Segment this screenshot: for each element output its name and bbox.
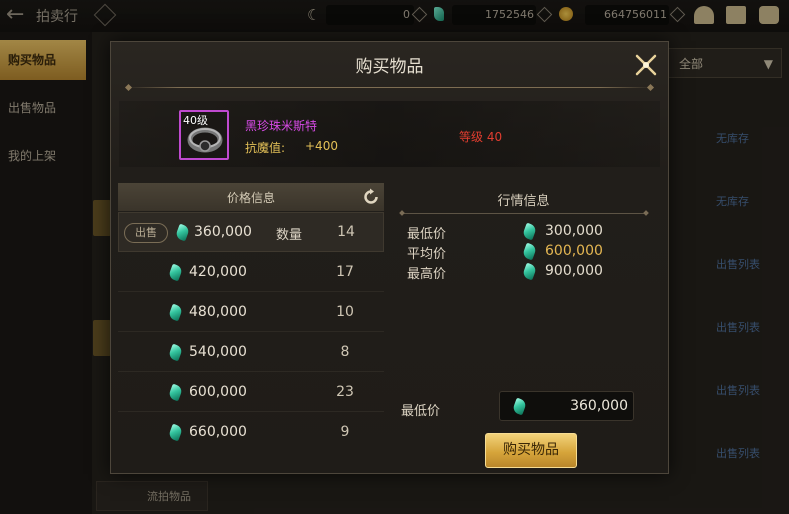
item-level-requirement: 等级 40 <box>459 130 503 144</box>
title-divider <box>126 87 653 88</box>
quantity-label: 数量 <box>276 228 303 243</box>
market-divider <box>400 213 648 214</box>
lowest-price-value: 360,000 <box>570 398 628 414</box>
price-value: 660,000 <box>189 424 247 440</box>
price-row[interactable]: 660,000 9 <box>118 412 384 452</box>
quantity-value: 8 <box>340 344 350 360</box>
gem-icon <box>167 303 184 322</box>
item-icon: 40级 <box>179 110 229 160</box>
dialog-title: 购买物品 <box>355 57 424 77</box>
price-info-title: 价格信息 <box>226 191 275 205</box>
gem-icon <box>521 222 538 241</box>
item-name: 黑珍珠米斯特 <box>245 119 318 133</box>
gem-icon <box>521 262 538 281</box>
avg-price-label: 平均价 <box>407 247 447 262</box>
quantity-value: 17 <box>336 264 354 280</box>
gem-icon <box>167 343 184 362</box>
quantity-value: 9 <box>340 424 350 440</box>
avg-price-value: 600,000 <box>545 243 603 259</box>
sell-tag: 出售 <box>124 223 168 243</box>
quantity-value: 14 <box>337 224 355 240</box>
gem-icon <box>511 397 528 416</box>
lowest-price-field: 360,000 <box>499 391 634 421</box>
price-value: 600,000 <box>189 384 247 400</box>
price-value: 360,000 <box>194 224 252 240</box>
item-stat-value: +400 <box>305 139 338 153</box>
lowest-price-label: 最低价 <box>401 404 441 419</box>
quantity-value: 10 <box>336 304 354 320</box>
buy-item-button[interactable]: 购买物品 <box>485 433 577 468</box>
price-row[interactable]: 540,000 8 <box>118 332 384 372</box>
buy-item-dialog: 购买物品 40级 黑珍珠米斯特 抗魔值: +400 等级 40 价格信息 出售 … <box>110 41 669 474</box>
quantity-value: 23 <box>336 384 354 400</box>
price-value: 480,000 <box>189 304 247 320</box>
gem-icon <box>174 223 191 242</box>
price-row[interactable]: 600,000 23 <box>118 372 384 412</box>
market-info-title: 行情信息 <box>497 194 550 209</box>
close-icon[interactable] <box>632 51 660 79</box>
item-level-tag: 40级 <box>183 114 208 127</box>
gem-icon <box>167 423 184 442</box>
price-row[interactable]: 480,000 10 <box>118 292 384 332</box>
item-stat-label: 抗魔值: <box>245 141 286 155</box>
price-value: 420,000 <box>189 264 247 280</box>
gem-icon <box>521 242 538 261</box>
item-info-panel: 40级 黑珍珠米斯特 抗魔值: +400 等级 40 <box>119 101 660 167</box>
min-price-label: 最低价 <box>407 227 447 242</box>
refresh-icon[interactable] <box>361 187 381 207</box>
price-row[interactable]: 420,000 17 <box>118 252 384 292</box>
max-price-label: 最高价 <box>407 267 447 282</box>
gem-icon <box>167 263 184 282</box>
price-value: 540,000 <box>189 344 247 360</box>
min-price-value: 300,000 <box>545 223 603 239</box>
price-info-header: 价格信息 <box>118 183 384 211</box>
max-price-value: 900,000 <box>545 263 603 279</box>
gem-icon <box>167 383 184 402</box>
price-row[interactable]: 出售 360,000 数量 14 <box>118 212 384 252</box>
